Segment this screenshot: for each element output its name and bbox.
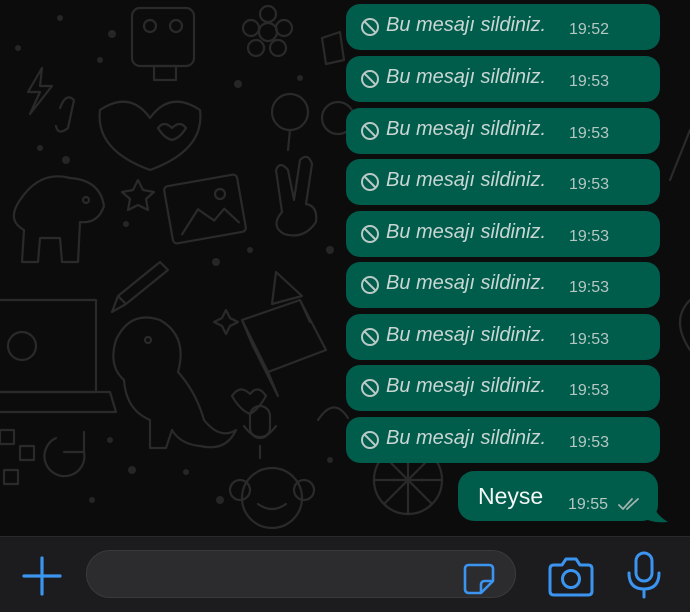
message-time: 19:53 bbox=[569, 331, 610, 348]
message-time: 19:53 bbox=[569, 382, 610, 399]
deleted-message-bubble[interactable]: Bu mesajı sildiniz. 19:53 bbox=[346, 365, 660, 411]
message-time: 19:52 bbox=[569, 21, 610, 38]
microphone-icon[interactable] bbox=[624, 551, 664, 599]
plus-icon[interactable] bbox=[20, 554, 64, 598]
deleted-message-bubble[interactable]: Bu mesajı sildiniz. 19:53 bbox=[346, 262, 660, 308]
deleted-message-bubble[interactable]: Bu mesajı sildiniz. 19:53 bbox=[346, 314, 660, 360]
deleted-message-text: Bu mesajı sildiniz. bbox=[386, 375, 547, 397]
message-input-field[interactable] bbox=[86, 550, 516, 599]
message-time: 19:53 bbox=[569, 125, 610, 142]
deleted-message-text: Bu mesajı sildiniz. bbox=[386, 272, 547, 294]
chat-screen: Bu mesajı sildiniz. 19:52 Bu mesajı sild… bbox=[0, 0, 690, 612]
outgoing-message-bubble[interactable]: Neyse 19:55 bbox=[458, 471, 658, 521]
deleted-message-bubble[interactable]: Bu mesajı sildiniz. 19:53 bbox=[346, 417, 660, 463]
message-time: 19:53 bbox=[569, 176, 610, 193]
double-check-icon bbox=[618, 498, 639, 510]
deleted-icon bbox=[361, 70, 379, 88]
deleted-message-text: Bu mesajı sildiniz. bbox=[386, 118, 547, 140]
deleted-icon bbox=[361, 328, 379, 346]
deleted-message-text: Bu mesajı sildiniz. bbox=[386, 427, 547, 449]
message-time: 19:53 bbox=[569, 434, 610, 451]
message-text: Neyse bbox=[478, 483, 544, 509]
deleted-icon bbox=[361, 431, 379, 449]
deleted-icon bbox=[361, 379, 379, 397]
deleted-message-text: Bu mesajı sildiniz. bbox=[386, 169, 547, 191]
deleted-message-bubble[interactable]: Bu mesajı sildiniz. 19:53 bbox=[346, 108, 660, 154]
deleted-message-bubble[interactable]: Bu mesajı sildiniz. 19:53 bbox=[346, 159, 660, 205]
deleted-message-text: Bu mesajı sildiniz. bbox=[386, 14, 547, 36]
message-time: 19:53 bbox=[569, 279, 610, 296]
deleted-message-bubble[interactable]: Bu mesajı sildiniz. 19:52 bbox=[346, 4, 660, 50]
sticker-icon[interactable] bbox=[461, 561, 497, 597]
message-time: 19:53 bbox=[569, 73, 610, 90]
deleted-message-bubble[interactable]: Bu mesajı sildiniz. 19:53 bbox=[346, 56, 660, 102]
deleted-message-text: Bu mesajı sildiniz. bbox=[386, 221, 547, 243]
deleted-message-text: Bu mesajı sildiniz. bbox=[386, 324, 547, 346]
deleted-message-bubble[interactable]: Bu mesajı sildiniz. 19:53 bbox=[346, 211, 660, 257]
deleted-icon bbox=[361, 173, 379, 191]
deleted-icon bbox=[361, 225, 379, 243]
deleted-icon bbox=[361, 18, 379, 36]
deleted-icon bbox=[361, 276, 379, 294]
camera-icon[interactable] bbox=[548, 555, 594, 597]
deleted-icon bbox=[361, 122, 379, 140]
message-list[interactable]: Bu mesajı sildiniz. 19:52 Bu mesajı sild… bbox=[0, 0, 690, 536]
deleted-message-text: Bu mesajı sildiniz. bbox=[386, 66, 547, 88]
message-composer bbox=[0, 536, 690, 612]
message-time: 19:53 bbox=[569, 228, 610, 245]
message-input[interactable] bbox=[105, 551, 459, 599]
message-time: 19:55 bbox=[568, 496, 609, 513]
